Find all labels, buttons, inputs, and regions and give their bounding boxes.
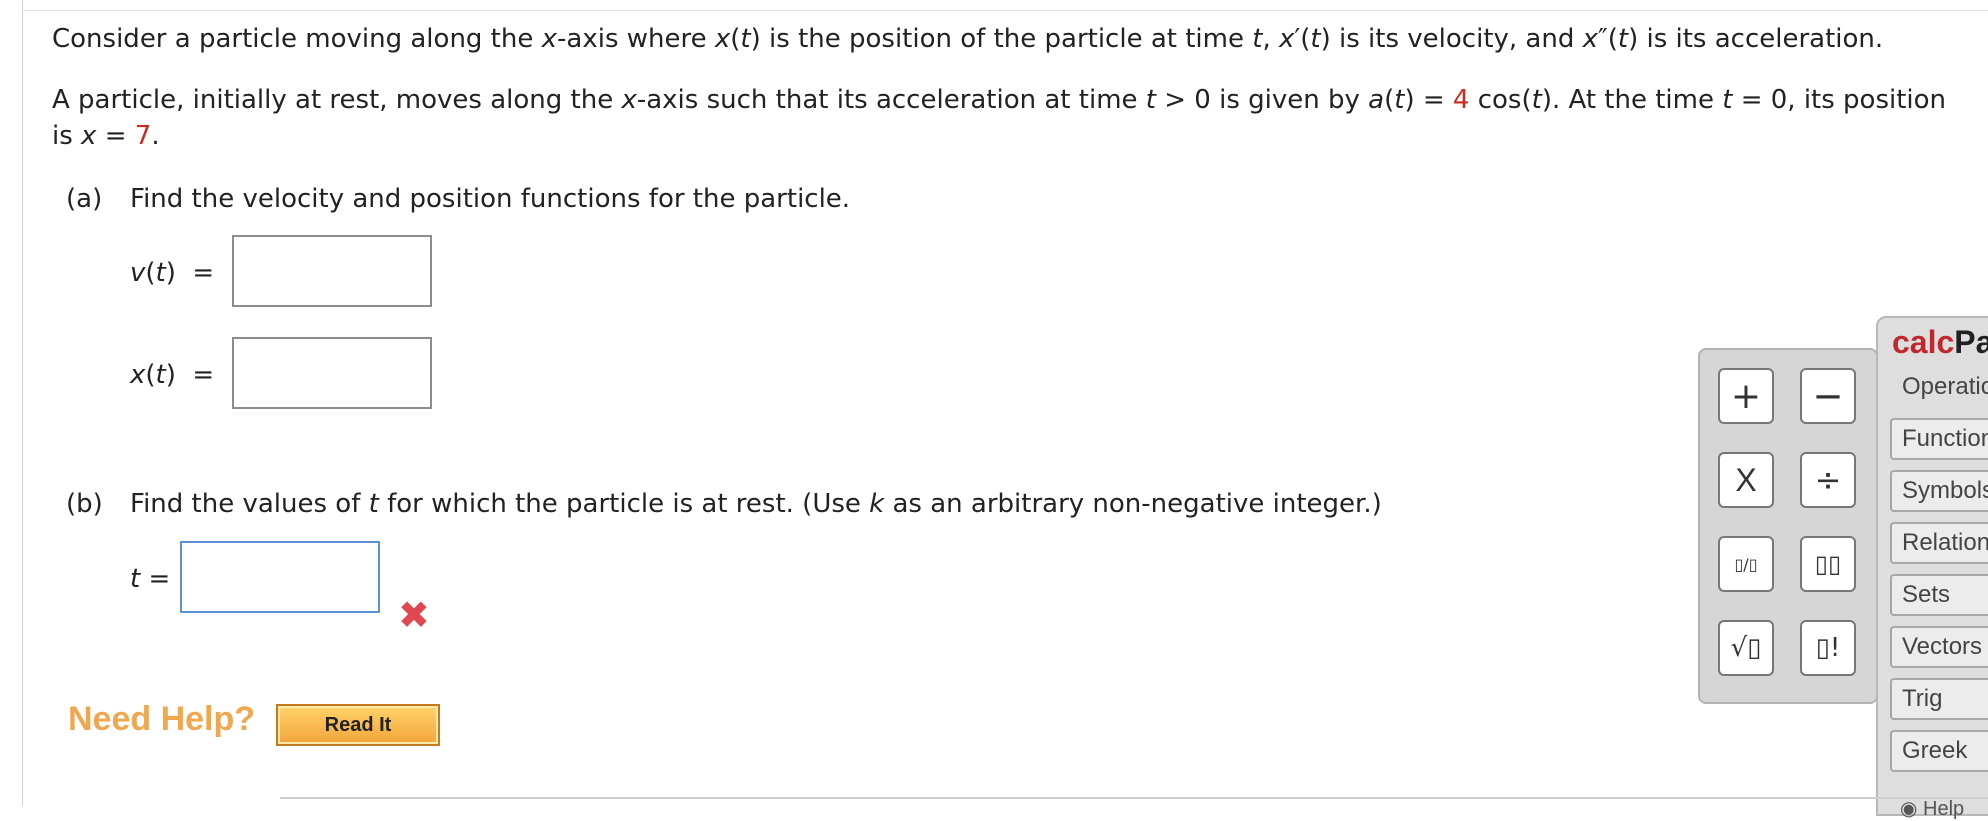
bottom-divider <box>280 797 1988 799</box>
calcpad-panel: calcPad Operations Functions Symbols Rel… <box>1876 316 1988 820</box>
square-root-button[interactable]: √▯ <box>1718 620 1774 676</box>
calcpad-tab-relations[interactable]: Relations <box>1890 522 1988 564</box>
calcpad-tab-trig[interactable]: Trig <box>1890 678 1988 720</box>
part-b-question: Find the values of t for which the parti… <box>130 489 1382 519</box>
position-answer-input[interactable] <box>232 337 432 409</box>
calcpad-title: calcPad <box>1892 324 1988 360</box>
v-label: v(t) = <box>130 258 215 288</box>
calcpad-tab-greek[interactable]: Greek <box>1890 730 1988 772</box>
top-border <box>22 10 1988 11</box>
calcpad-help-link[interactable]: ◉ Help <box>1900 796 1964 821</box>
velocity-answer-input[interactable] <box>232 235 432 307</box>
part-b-label: (b) <box>66 489 103 519</box>
calcpad-tab-symbols[interactable]: Symbols <box>1890 470 1988 512</box>
t-answer-input[interactable] <box>180 541 380 613</box>
calcpad-tab-operations[interactable]: Operations <box>1890 366 1988 408</box>
intro-paragraph-3: is x = 7. <box>52 121 160 151</box>
read-it-button[interactable]: Read It <box>276 704 440 746</box>
need-help-label: Need Help? <box>68 700 256 738</box>
help-circle-icon: ◉ <box>1900 798 1918 820</box>
intro-paragraph-2: A particle, initially at rest, moves alo… <box>52 85 1947 115</box>
minus-button[interactable]: — <box>1800 368 1856 424</box>
factorial-button[interactable]: ▯! <box>1800 620 1856 676</box>
intro-paragraph-1: Consider a particle moving along the x-a… <box>52 24 1884 54</box>
part-a-question: Find the velocity and position functions… <box>130 184 851 214</box>
plus-button[interactable]: + <box>1718 368 1774 424</box>
multiply-button[interactable]: X <box>1718 452 1774 508</box>
math-palette: + — X ÷ ▯/▯ ▯▯ √▯ ▯! <box>1698 348 1878 704</box>
divide-button[interactable]: ÷ <box>1800 452 1856 508</box>
part-a-label: (a) <box>66 184 103 214</box>
calcpad-tab-vectors[interactable]: Vectors <box>1890 626 1988 668</box>
calcpad-tab-sets[interactable]: Sets <box>1890 574 1988 616</box>
left-border <box>22 0 23 806</box>
x-label: x(t) = <box>130 360 215 390</box>
exponent-button[interactable]: ▯▯ <box>1800 536 1856 592</box>
incorrect-x-icon: ✖ <box>398 593 430 637</box>
t-label: t = <box>130 564 171 594</box>
fraction-button[interactable]: ▯/▯ <box>1718 536 1774 592</box>
calcpad-tab-functions[interactable]: Functions <box>1890 418 1988 460</box>
